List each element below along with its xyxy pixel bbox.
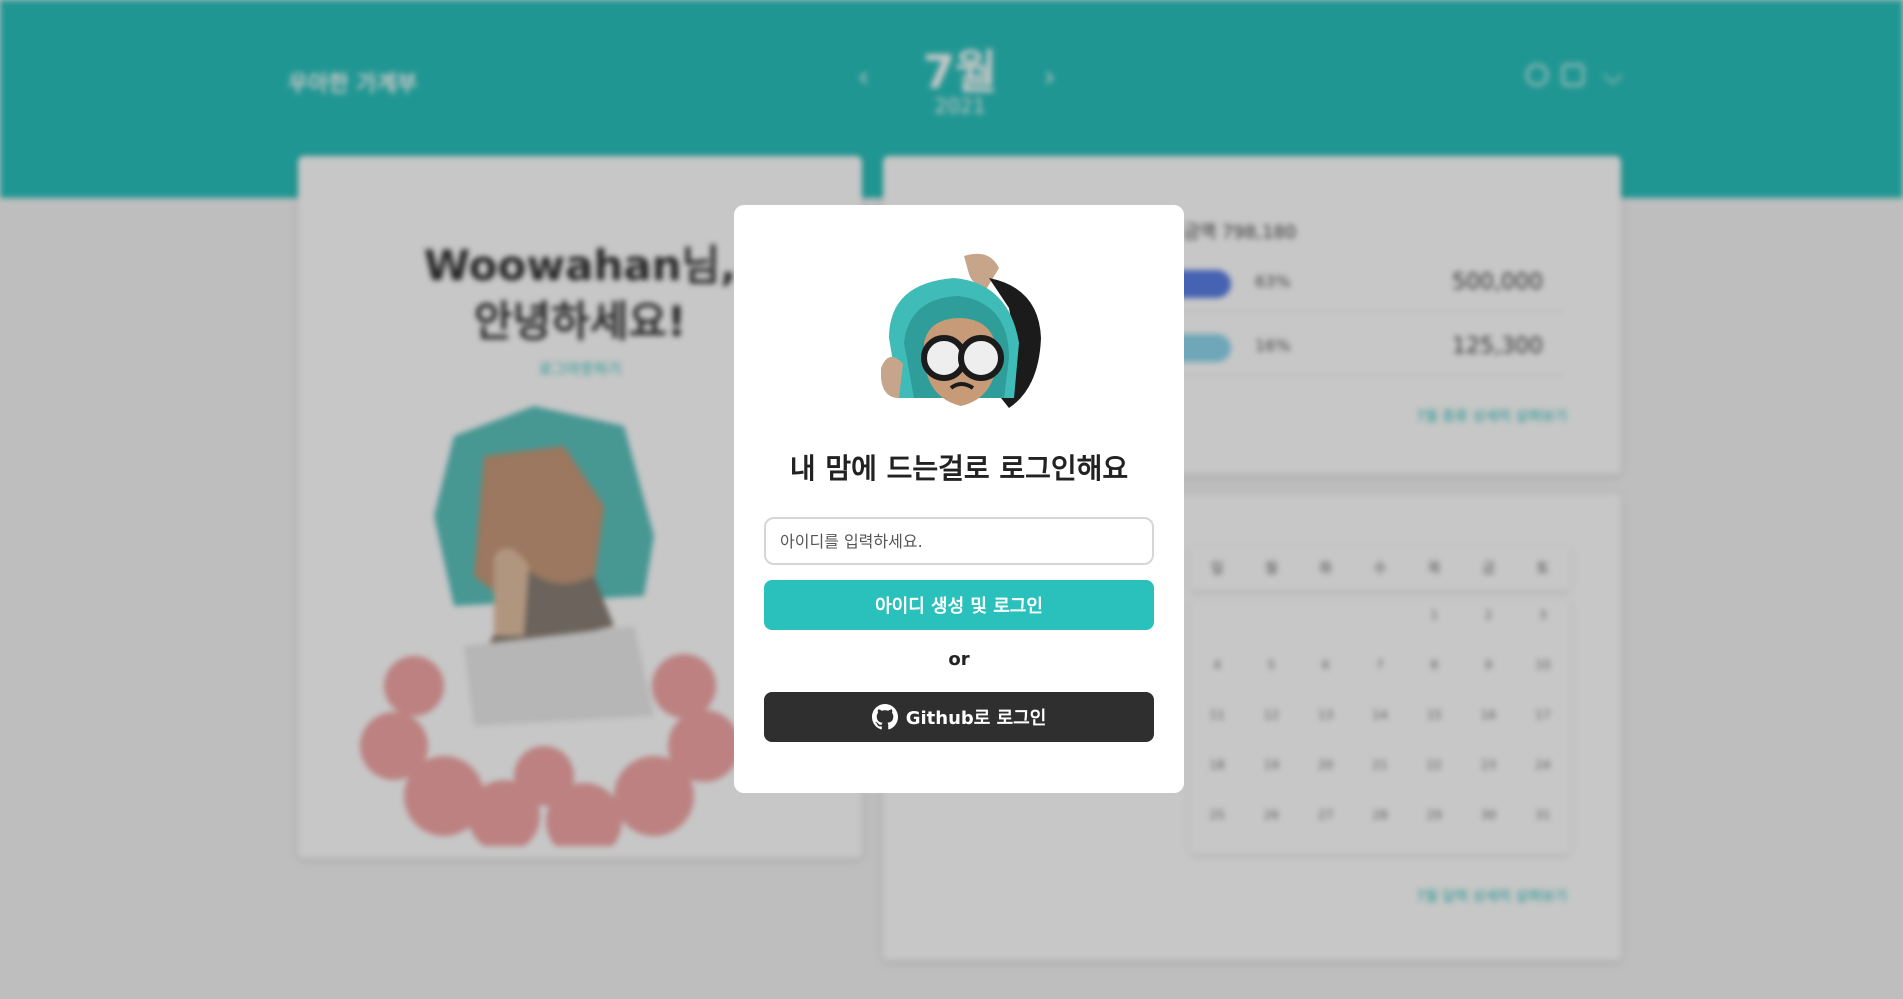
github-login-label: Github로 로그인 bbox=[905, 708, 1047, 729]
create-id-login-label: 아이디 생성 및 로그인 bbox=[875, 596, 1043, 617]
id-input[interactable] bbox=[764, 517, 1154, 565]
create-id-login-button[interactable]: 아이디 생성 및 로그인 bbox=[764, 580, 1154, 630]
character-avatar-icon bbox=[873, 253, 1045, 426]
or-divider: or bbox=[948, 649, 970, 670]
login-modal: 내 맘에 드는걸로 로그인해요 아이디 생성 및 로그인 or Github로 … bbox=[734, 205, 1184, 793]
github-login-button[interactable]: Github로 로그인 bbox=[764, 692, 1154, 742]
github-icon bbox=[871, 704, 898, 730]
modal-title: 내 맘에 드는걸로 로그인해요 bbox=[789, 452, 1129, 485]
